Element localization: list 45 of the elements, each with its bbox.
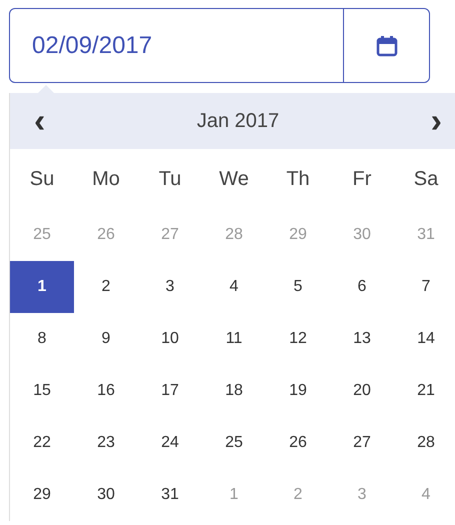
day-cell[interactable]: 18 bbox=[202, 365, 266, 417]
calendar-button[interactable] bbox=[343, 9, 429, 82]
day-cell[interactable]: 7 bbox=[394, 261, 455, 313]
day-cell[interactable]: 6 bbox=[330, 261, 394, 313]
day-cell[interactable]: 31 bbox=[138, 469, 202, 521]
day-cell[interactable]: 5 bbox=[266, 261, 330, 313]
day-cell[interactable]: 10 bbox=[138, 313, 202, 365]
day-cell[interactable]: 4 bbox=[202, 261, 266, 313]
weekday-label: We bbox=[218, 166, 250, 192]
weekday-label: Mo bbox=[91, 166, 121, 192]
day-cell[interactable]: 12 bbox=[266, 313, 330, 365]
day-cell[interactable]: 11 bbox=[202, 313, 266, 365]
day-cell[interactable]: 17 bbox=[138, 365, 202, 417]
day-cell[interactable]: 19 bbox=[266, 365, 330, 417]
calendar-icon bbox=[376, 34, 398, 56]
day-cell[interactable]: 22 bbox=[10, 417, 74, 469]
day-cell[interactable]: 14 bbox=[394, 313, 455, 365]
day-cell[interactable]: 24 bbox=[138, 417, 202, 469]
day-cell[interactable]: 28 bbox=[394, 417, 455, 469]
weekday-label: Fr bbox=[352, 166, 372, 192]
day-cell[interactable]: 13 bbox=[330, 313, 394, 365]
day-cell[interactable]: 26 bbox=[266, 417, 330, 469]
day-cell[interactable]: 3 bbox=[138, 261, 202, 313]
month-label: Jan 2017 bbox=[196, 110, 280, 132]
day-cell[interactable]: 21 bbox=[394, 365, 455, 417]
day-cell[interactable]: 15 bbox=[10, 365, 74, 417]
weekday-label: Tu bbox=[158, 166, 182, 192]
date-field[interactable]: 02/09/2017 bbox=[9, 8, 430, 83]
weekday-label: Sa bbox=[412, 166, 440, 192]
next-month-button[interactable]: › bbox=[422, 104, 450, 138]
day-cell[interactable]: 27 bbox=[330, 417, 394, 469]
day-cell[interactable]: 8 bbox=[10, 313, 74, 365]
day-cell[interactable]: 25 bbox=[202, 417, 266, 469]
weekday-label: Th bbox=[285, 166, 311, 192]
day-cell[interactable]: 9 bbox=[74, 313, 138, 365]
day-cell[interactable]: 29 bbox=[10, 469, 74, 521]
weekday-label: Su bbox=[28, 166, 56, 192]
previous-month-button[interactable]: ‹ bbox=[26, 104, 54, 138]
day-cell[interactable]: 2 bbox=[74, 261, 138, 313]
date-input[interactable]: 02/09/2017 bbox=[10, 9, 343, 82]
day-cell[interactable]: 1 bbox=[10, 261, 74, 313]
day-cell[interactable]: 16 bbox=[74, 365, 138, 417]
day-cell[interactable]: 20 bbox=[330, 365, 394, 417]
day-cell[interactable]: 30 bbox=[74, 469, 138, 521]
day-cell[interactable]: 23 bbox=[74, 417, 138, 469]
